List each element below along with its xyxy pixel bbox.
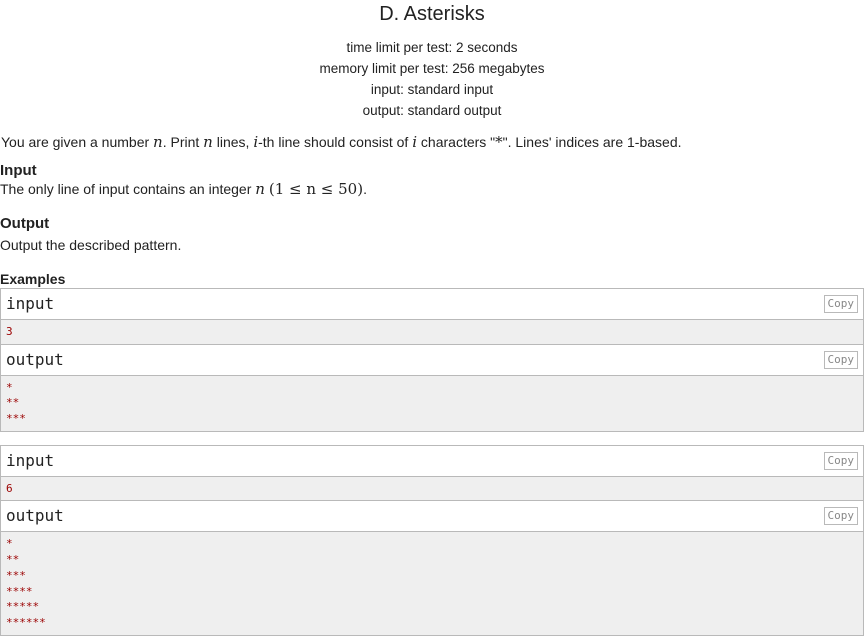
output-section-text: Output the described pattern. bbox=[0, 237, 182, 253]
math-n: n bbox=[153, 133, 163, 151]
sample-input-line: 3 bbox=[6, 325, 13, 338]
sample-output-line: * bbox=[6, 537, 13, 551]
copy-sample-output-button[interactable]: Copy bbox=[823, 507, 858, 526]
examples-container: input Copy 3 output Copy * ** *** input Copy 6 outp… bbox=[0, 288, 864, 636]
statement-text-1: You are given a number bbox=[1, 134, 154, 150]
sample-output-line: ** bbox=[6, 396, 20, 410]
input-text-end: . bbox=[363, 181, 367, 197]
copy-sample-output-button[interactable]: Copy bbox=[823, 350, 858, 369]
sample-output-line: ***** bbox=[6, 600, 40, 614]
sample-output-title: output Copy bbox=[1, 501, 863, 533]
sample-input-label: input bbox=[6, 294, 55, 313]
sample-test: input Copy 6 output Copy * ** *** **** ***** *****… bbox=[0, 444, 864, 636]
sample-output-label: output bbox=[6, 506, 64, 526]
sample-output-line: *** bbox=[6, 568, 26, 582]
sample-output-data: * ** *** **** ***** ****** bbox=[1, 532, 863, 635]
copy-sample-input-button[interactable]: Copy bbox=[823, 451, 858, 470]
output-section-title: Output bbox=[0, 215, 50, 232]
statement-text-6: ". Lines' indices are 1-based. bbox=[502, 134, 682, 150]
sample-output-line: ** bbox=[6, 553, 20, 567]
sample-output-data: * ** *** bbox=[1, 375, 863, 431]
sample-input-label: input bbox=[6, 450, 55, 470]
input-file: input: standard input bbox=[370, 82, 494, 97]
math-constraint: (1 ≤ n ≤ 50) bbox=[268, 180, 364, 198]
math-star: * bbox=[495, 133, 503, 151]
sample-input-data: 6 bbox=[1, 476, 863, 502]
limits-block: time limit per test: 2 seconds memory li… bbox=[0, 37, 864, 121]
statement-text-3: lines, bbox=[212, 134, 254, 150]
sample-output-title: output Copy bbox=[1, 344, 863, 376]
input-specification: Input The only line of input contains an… bbox=[0, 162, 864, 198]
sample-input-line: 6 bbox=[6, 481, 13, 495]
sample-input-title: input Copy bbox=[1, 289, 863, 320]
input-text: The only line of input contains an integ… bbox=[0, 181, 256, 197]
sample-input-data: 3 bbox=[1, 320, 863, 345]
examples-title: Examples bbox=[0, 271, 66, 287]
sample-output-label: output bbox=[6, 349, 64, 369]
sample-output-line: *** bbox=[6, 412, 26, 426]
math-n: n bbox=[255, 180, 265, 198]
sample-output-line: * bbox=[6, 380, 13, 394]
output-file: output: standard output bbox=[362, 103, 502, 118]
problem-statement: You are given a number n. Print n lines,… bbox=[0, 132, 864, 152]
statement-text-4: -th line should consist of bbox=[258, 134, 413, 150]
sample-input-title: input Copy bbox=[1, 445, 863, 477]
sample-test: input Copy 3 output Copy * ** *** bbox=[0, 288, 864, 432]
input-section-title: Input bbox=[0, 162, 37, 179]
memory-limit: memory limit per test: 256 megabytes bbox=[319, 61, 545, 76]
output-specification: Output Output the described pattern. bbox=[0, 215, 864, 254]
math-n: n bbox=[203, 133, 213, 151]
statement-text-2: . Print bbox=[162, 134, 204, 150]
problem-title: D. Asterisks bbox=[379, 3, 485, 25]
problem-header: D. Asterisks time limit per test: 2 seco… bbox=[0, 0, 864, 121]
statement-text-5: characters " bbox=[417, 134, 496, 150]
copy-sample-input-button[interactable]: Copy bbox=[823, 295, 858, 313]
sample-output-line: **** bbox=[6, 584, 33, 598]
input-section-text: The only line of input contains an integ… bbox=[0, 180, 864, 198]
time-limit: time limit per test: 2 seconds bbox=[346, 40, 518, 55]
sample-output-line: ****** bbox=[6, 615, 46, 629]
